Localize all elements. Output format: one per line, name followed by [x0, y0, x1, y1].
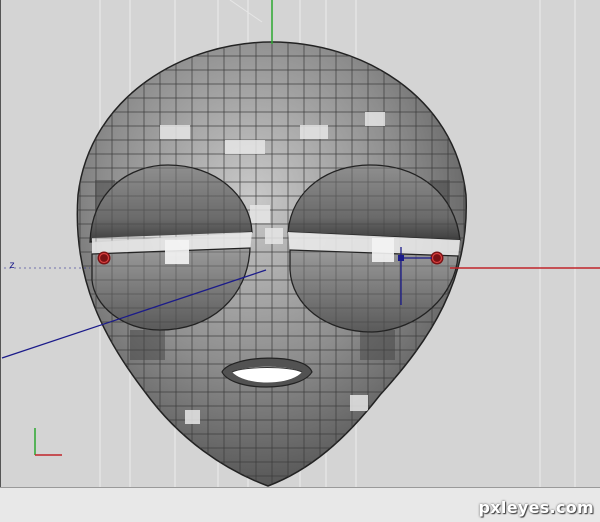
z-axis-label: z: [9, 260, 16, 271]
watermark: pxleyes.com: [478, 498, 594, 517]
scene-canvas[interactable]: [0, 0, 600, 487]
3d-viewport[interactable]: z pxleyes.com: [0, 0, 600, 522]
right-pupil-icon: [430, 251, 444, 265]
perspective-line: [229, 0, 263, 23]
left-pupil-icon: [97, 251, 111, 265]
axis-indicator-icon: [34, 428, 62, 456]
